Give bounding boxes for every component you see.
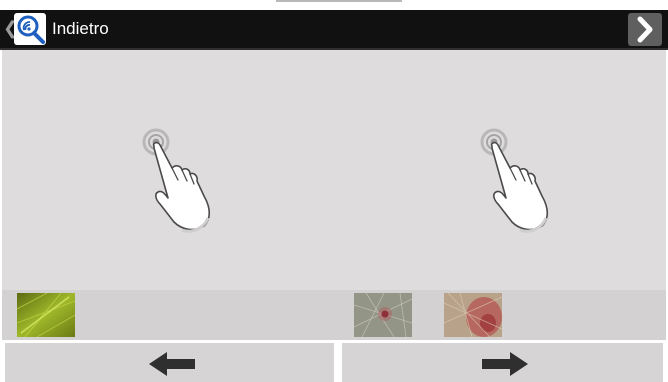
thumbnail-skin-redness[interactable] [444,293,502,337]
back-title[interactable]: Indietro [52,19,109,39]
arrow-right-icon[interactable] [628,13,662,46]
tap-hand-icon [470,126,560,236]
arrow-left-icon [149,352,195,376]
thumbnail-strip [2,290,666,340]
status-strip [0,0,668,10]
status-notch [276,0,402,2]
previous-button[interactable] [5,343,334,382]
tap-hand-icon [132,126,222,236]
thumbnail-leaf[interactable] [17,293,75,337]
bottom-navigation [0,340,668,382]
comparison-canvas[interactable] [2,50,666,290]
thumbnail-skin-spot[interactable] [354,293,412,337]
arrow-right-icon [482,352,528,376]
next-button[interactable] [342,343,663,382]
action-bar: ❮ Indietro [0,10,668,50]
magnifier-nfc-icon[interactable] [14,13,46,45]
